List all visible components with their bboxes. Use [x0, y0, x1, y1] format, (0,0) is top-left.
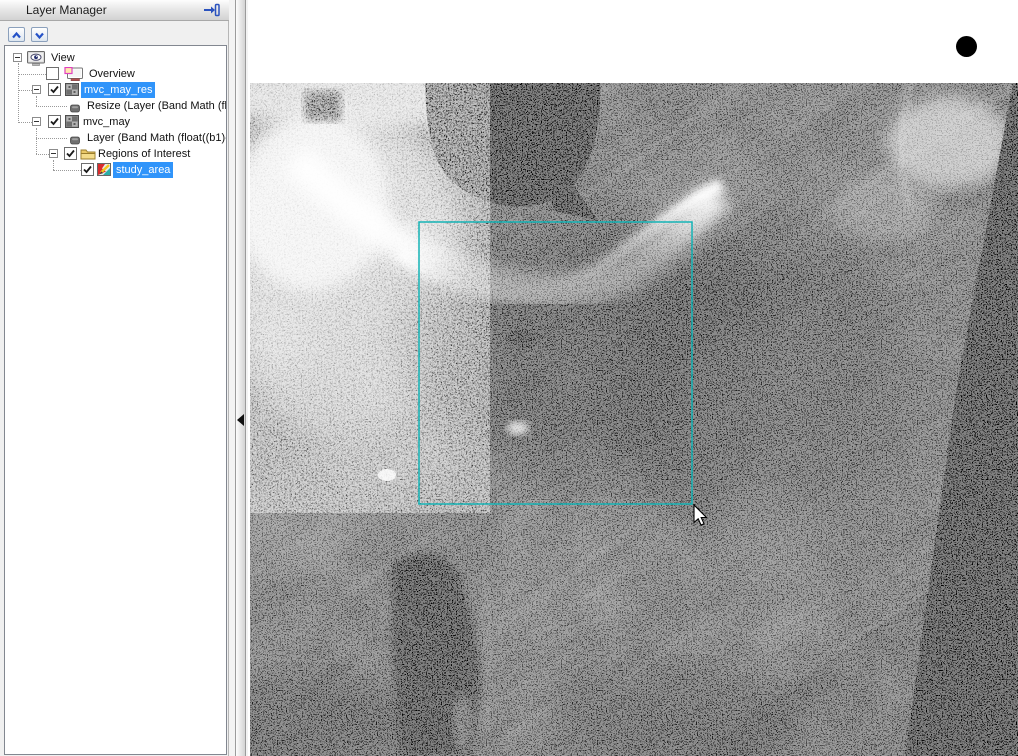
tree-item-label: Regions of Interest — [98, 146, 190, 162]
layer-tree: View Overview — [4, 45, 227, 755]
chevron-down-icon — [33, 28, 46, 45]
checkbox-checked[interactable] — [48, 115, 61, 128]
tree-item-label: Resize (Layer (Band Math (fl — [87, 98, 227, 114]
tree-item-band-math-layer[interactable]: Layer (Band Math (float((b1)- — [5, 130, 226, 146]
tree-item-mvc-may[interactable]: mvc_may — [5, 114, 226, 130]
tree-item-label: View — [51, 50, 75, 66]
annotation-dot — [956, 36, 977, 57]
panel-title: Layer Manager — [26, 3, 107, 17]
envi-window: Layer Manager — [0, 0, 1018, 756]
image-viewport[interactable] — [248, 0, 1018, 756]
roi-icon — [97, 163, 111, 181]
tree-item-study-area[interactable]: study_area — [5, 162, 226, 178]
splitter-bar[interactable] — [235, 0, 246, 756]
collapse-arrow-icon[interactable] — [237, 414, 244, 426]
tree-item-label: mvc_may — [83, 114, 130, 130]
tree-item-overview[interactable]: Overview — [5, 66, 226, 82]
tree-item-view[interactable]: View — [5, 50, 226, 66]
checkbox-unchecked[interactable] — [46, 67, 59, 80]
expand-all-button[interactable] — [31, 27, 48, 42]
tree-item-label-selected: study_area — [113, 162, 173, 178]
expander-minus-icon[interactable] — [32, 117, 41, 126]
tree-item-label-selected: mvc_may_res — [81, 82, 155, 98]
satellite-image[interactable] — [250, 83, 1018, 756]
panel-splitter[interactable] — [229, 0, 248, 756]
checkbox-checked[interactable] — [64, 147, 77, 160]
tree-item-mvc-may-res[interactable]: mvc_may_res — [5, 82, 226, 98]
auto-hide-icon[interactable] — [203, 3, 220, 17]
layer-manager-titlebar[interactable]: Layer Manager — [0, 0, 229, 21]
tree-item-resize-layer[interactable]: Resize (Layer (Band Math (fl — [5, 98, 226, 114]
tree-item-label: Layer (Band Math (float((b1)- — [87, 130, 227, 146]
layer-manager-panel: Layer Manager — [0, 0, 229, 756]
expander-minus-icon[interactable] — [49, 149, 58, 158]
tree-item-label: Overview — [89, 66, 135, 82]
expander-minus-icon[interactable] — [32, 85, 41, 94]
chevron-up-icon — [10, 28, 23, 45]
expander-minus-icon[interactable] — [13, 53, 22, 62]
checkbox-checked[interactable] — [81, 163, 94, 176]
tree-item-regions-of-interest[interactable]: Regions of Interest — [5, 146, 226, 162]
checkbox-checked[interactable] — [48, 83, 61, 96]
collapse-all-button[interactable] — [8, 27, 25, 42]
